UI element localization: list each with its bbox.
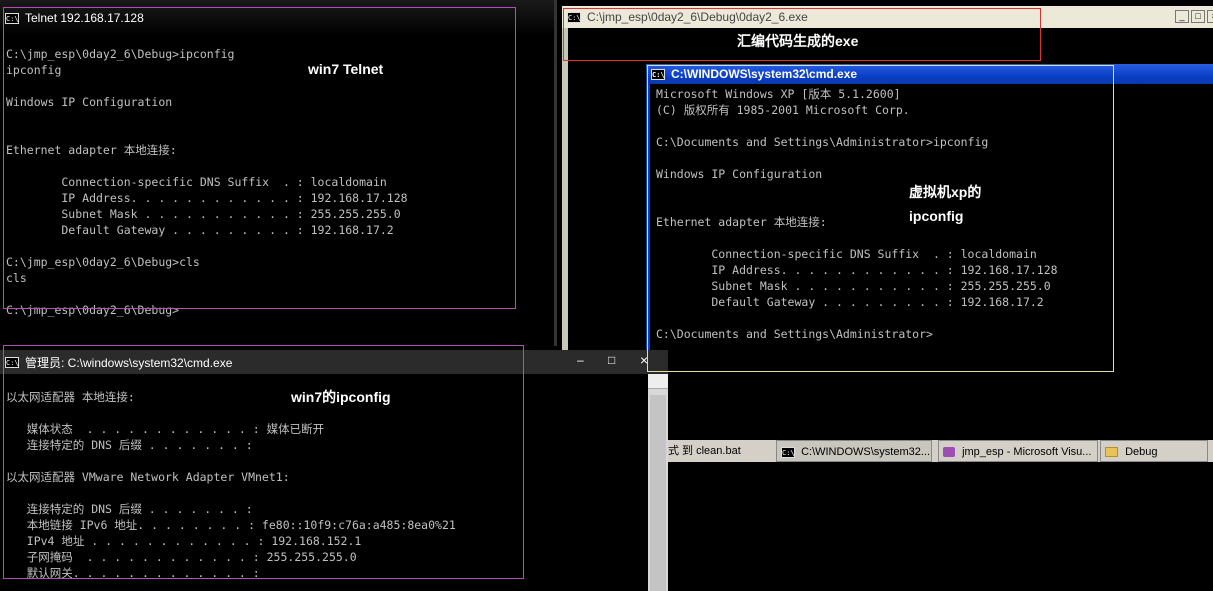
console-line: 连接特定的 DNS 后缀 . . . . . . . : [6, 502, 253, 516]
console-line: ipconfig [6, 63, 62, 77]
telnet-scrollbar[interactable] [554, 0, 557, 346]
console-line: C:\Documents and Settings\Administrator>… [656, 135, 989, 149]
console-icon: C:\ [5, 12, 19, 24]
minimize-button[interactable]: – [577, 353, 584, 367]
console-line: Default Gateway . . . . . . . . . : 192.… [656, 295, 1044, 309]
console-line: IP Address. . . . . . . . . . . . : 192.… [6, 191, 408, 205]
exe-titlebar[interactable]: C:\ C:\jmp_esp\0day2_6\Debug\0day2_6.exe… [562, 6, 1213, 28]
scroll-up-arrow-icon[interactable] [648, 374, 668, 389]
console-line: Subnet Mask . . . . . . . . . . . : 255.… [6, 207, 401, 221]
cmd-icon: C:\ [781, 446, 795, 458]
scrollbar-thumb[interactable] [650, 395, 666, 591]
console-line: 默认网关. . . . . . . . . . . . . : [6, 566, 260, 580]
console-line: C:\jmp_esp\0day2_6\Debug>ipconfig [6, 47, 235, 61]
telnet-console[interactable]: C:\jmp_esp\0day2_6\Debug>ipconfigipconfi… [0, 36, 557, 346]
vm-xp-label-line2: ipconfig [909, 208, 964, 224]
console-line: 以太网适配器 VMware Network Adapter VMnet1: [6, 470, 290, 484]
console-line: Microsoft Windows XP [版本 5.1.2600] [656, 87, 901, 101]
console-line: C:\jmp_esp\0day2_6\Debug>cls [6, 255, 200, 269]
win7-telnet-label: win7 Telnet [308, 61, 384, 77]
taskbar-item-cmd[interactable]: C:\ C:\WINDOWS\system32... [776, 440, 932, 462]
xp-cmd-console[interactable]: Microsoft Windows XP [版本 5.1.2600] (C) 版权… [650, 84, 1213, 370]
close-button[interactable]: × [1207, 10, 1213, 23]
console-line: (C) 版权所有 1985-2001 Microsoft Corp. [656, 103, 910, 117]
maximize-button[interactable]: □ [608, 353, 615, 367]
telnet-titlebar[interactable]: C:\ Telnet 192.168.17.128 [0, 0, 557, 36]
console-line: C:\Documents and Settings\Administrator> [656, 327, 933, 341]
console-icon: C:\ [651, 68, 665, 80]
vm-xp-label-line1: 虚拟机xp的 [909, 184, 982, 200]
taskbar-item-clean-bat[interactable]: 式 到 clean.bat [668, 440, 774, 462]
console-line: cls [6, 271, 27, 285]
telnet-window[interactable]: C:\ Telnet 192.168.17.128 C:\jmp_esp\0da… [0, 0, 557, 346]
console-line: 子网掩码 . . . . . . . . . . . . : 255.255.2… [6, 550, 357, 564]
console-line: IPv4 地址 . . . . . . . . . . . . : 192.16… [6, 534, 362, 548]
console-icon: C:\ [5, 356, 19, 368]
console-line: Windows IP Configuration [6, 95, 173, 109]
console-line: Windows IP Configuration [656, 167, 823, 181]
console-line: 媒体状态 . . . . . . . . . . . . : 媒体已断开 [6, 422, 325, 436]
folder-icon [1105, 447, 1118, 458]
exe-title: C:\jmp_esp\0day2_6\Debug\0day2_6.exe [587, 10, 808, 24]
console-line: Connection-specific DNS Suffix . : local… [6, 175, 387, 189]
win7-cmd-titlebar[interactable]: C:\ 管理员: C:\windows\system32\cmd.exe – □… [0, 350, 668, 374]
taskbar-item-debug[interactable]: Debug [1100, 440, 1208, 462]
console-line: C:\jmp_esp\0day2_6\Debug> [6, 303, 180, 317]
win7-cmd-title: 管理员: C:\windows\system32\cmd.exe [25, 355, 233, 370]
console-line: Ethernet adapter 本地连接: [656, 215, 827, 229]
visual-studio-icon [943, 447, 955, 458]
xp-cmd-titlebar[interactable]: C:\ C:\WINDOWS\system32\cmd.exe [646, 64, 1213, 84]
console-line: Ethernet adapter 本地连接: [6, 143, 177, 157]
close-button[interactable]: × [640, 352, 648, 368]
console-line: IP Address. . . . . . . . . . . . : 192.… [656, 263, 1058, 277]
maximize-button[interactable]: □ [1191, 10, 1205, 23]
taskbar-item-visual-studio[interactable]: jmp_esp - Microsoft Visu... [938, 440, 1098, 462]
console-line: Connection-specific DNS Suffix . : local… [656, 247, 1037, 261]
xp-cmd-title: C:\WINDOWS\system32\cmd.exe [671, 67, 858, 81]
asm-exe-label: 汇编代码生成的exe [737, 33, 859, 49]
console-icon: C:\ [567, 11, 581, 23]
console-line: 本地链接 IPv6 地址. . . . . . . . : fe80::10f9… [6, 518, 456, 532]
win7-ipconfig-label: win7的ipconfig [291, 389, 391, 405]
telnet-title: Telnet 192.168.17.128 [25, 11, 144, 25]
console-line: Subnet Mask . . . . . . . . . . . : 255.… [656, 279, 1051, 293]
console-line: 连接特定的 DNS 后缀 . . . . . . . : [6, 438, 253, 452]
console-line: 以太网适配器 本地连接: [6, 390, 135, 404]
taskbar: 式 到 clean.bat C:\ C:\WINDOWS\system32...… [664, 440, 1213, 462]
console-line: Default Gateway . . . . . . . . . : 192.… [6, 223, 394, 237]
minimize-button[interactable]: _ [1175, 10, 1189, 23]
win7-cmd-scrollbar[interactable] [648, 374, 668, 591]
